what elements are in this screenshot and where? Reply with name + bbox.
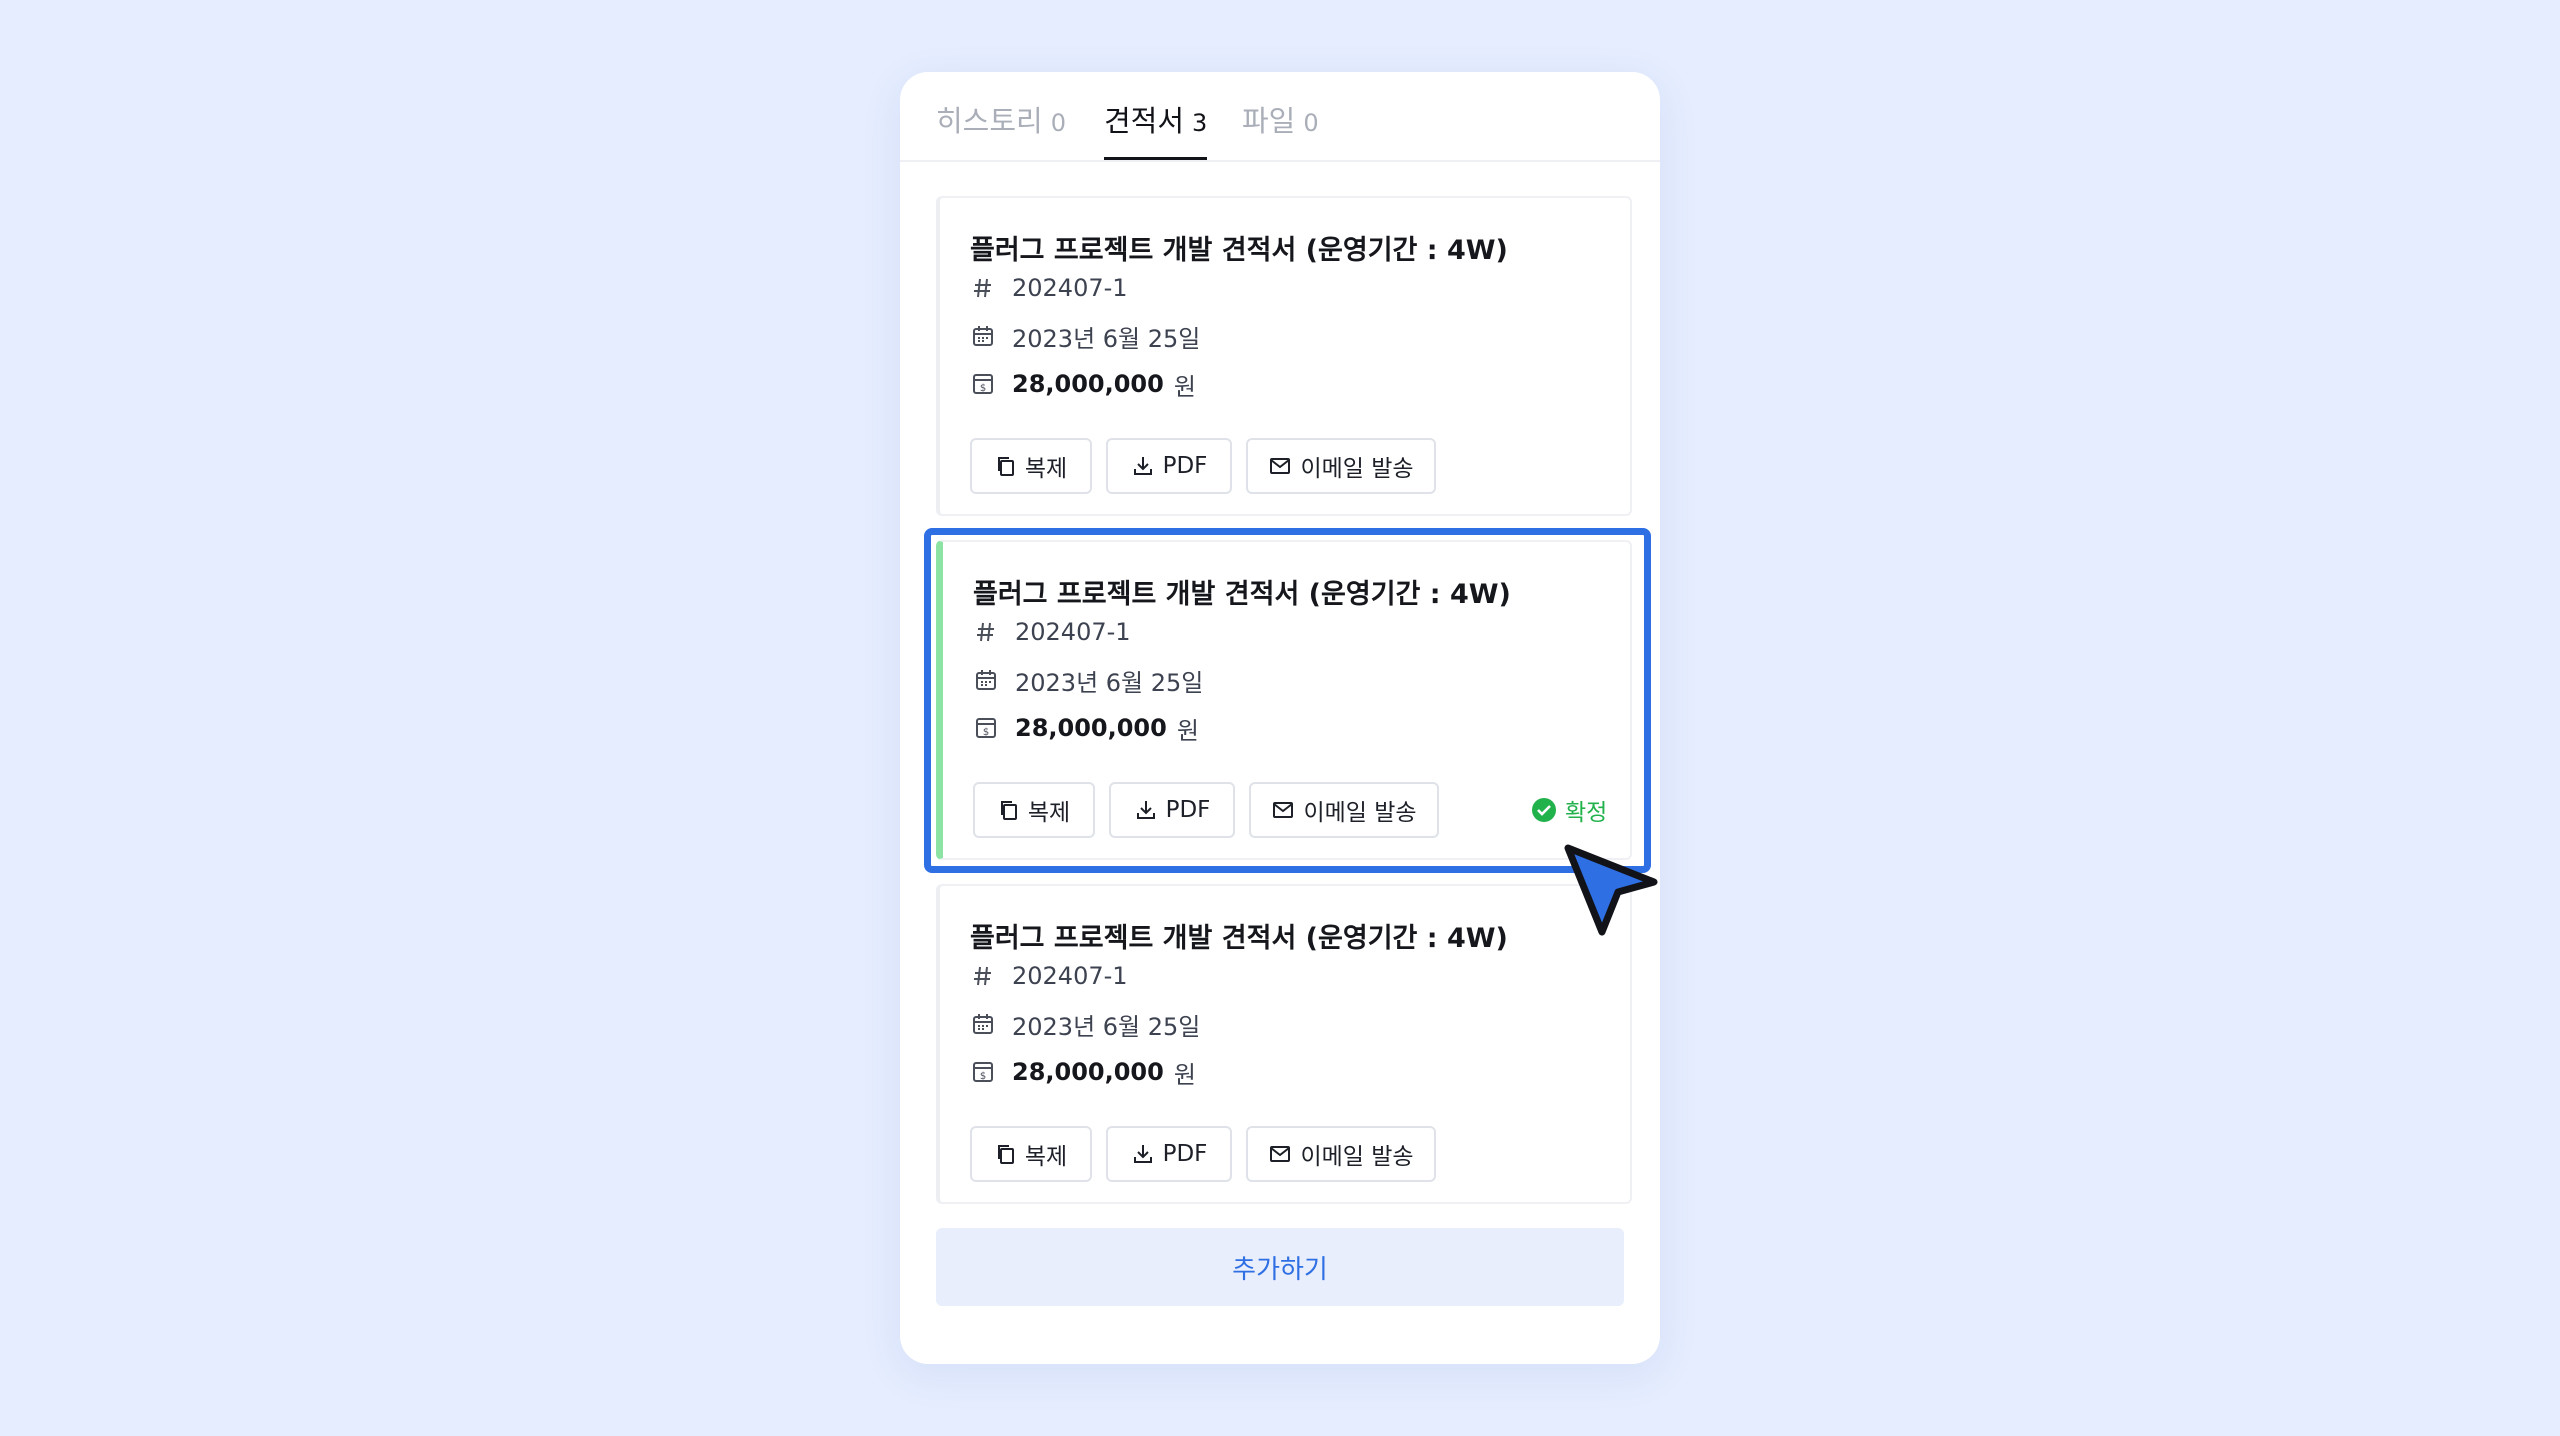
quote-currency: 원 (1176, 716, 1199, 745)
email-button[interactable]: 이메일 발송 (1246, 1126, 1436, 1182)
cursor-arrow-icon (1564, 844, 1658, 936)
check-circle-icon (1532, 798, 1556, 822)
duplicate-label: 복제 (1024, 456, 1068, 482)
receipt-icon: $ (973, 715, 999, 741)
status-badge: 확정 (1531, 794, 1607, 826)
calendar-icon (970, 1011, 996, 1037)
quote-date: 2023년 6월 25일 (1012, 1012, 1201, 1041)
quote-amount-row: $ 28,000,000 원 (970, 366, 1196, 402)
email-button[interactable]: 이메일 발송 (1246, 438, 1436, 494)
tab-files[interactable]: 파일 0 (1242, 98, 1319, 160)
quote-date-row: 2023년 6월 25일 (970, 1006, 1200, 1042)
quote-actions: 복제 PDF 이메일 발송 (970, 1126, 1610, 1184)
quote-title: 플러그 프로젝트 개발 견적서 (운영기간 : 4W) (970, 923, 1508, 954)
quote-number: 202407-1 (1012, 274, 1128, 302)
pdf-button[interactable]: PDF (1109, 782, 1235, 838)
copy-icon (997, 1145, 1014, 1164)
calendar-icon (970, 323, 996, 349)
duplicate-label: 복제 (1027, 800, 1071, 826)
download-icon (1133, 1145, 1152, 1163)
pdf-button[interactable]: PDF (1106, 438, 1232, 494)
hash-icon (973, 619, 999, 645)
email-label: 이메일 발송 (1300, 456, 1414, 482)
email-label: 이메일 발송 (1300, 1144, 1414, 1170)
quote-amount-row: $ 28,000,000 원 (970, 1054, 1196, 1090)
quote-number-row: 202407-1 (970, 958, 1128, 994)
quote-amount: 28,000,000 (1012, 1058, 1164, 1086)
quote-card[interactable]: 플러그 프로젝트 개발 견적서 (운영기간 : 4W) 202407-1 202… (936, 196, 1632, 516)
add-quote-button[interactable]: 추가하기 (936, 1228, 1624, 1306)
quote-number: 202407-1 (1015, 618, 1131, 646)
pdf-button[interactable]: PDF (1106, 1126, 1232, 1182)
pdf-label: PDF (1165, 797, 1211, 823)
quote-title: 플러그 프로젝트 개발 견적서 (운영기간 : 4W) (973, 579, 1511, 610)
quote-card[interactable]: 플러그 프로젝트 개발 견적서 (운영기간 : 4W) 202407-1 202… (936, 884, 1632, 1204)
quote-amount-row: $ 28,000,000 원 (973, 710, 1199, 746)
mail-icon (1273, 802, 1294, 818)
download-icon (1136, 801, 1155, 819)
quote-date-row: 2023년 6월 25일 (970, 318, 1200, 354)
tab-label: 히스토리 (936, 104, 1043, 138)
quote-amount: 28,000,000 (1015, 714, 1167, 742)
receipt-icon: $ (970, 1059, 996, 1085)
tab-count: 0 (1050, 109, 1067, 137)
quote-panel: 히스토리 0 견적서 3 파일 0 플러그 프로젝트 개발 견적서 (운영기간 : 4… (900, 72, 1660, 1364)
quote-date: 2023년 6월 25일 (1012, 324, 1201, 353)
copy-icon (997, 457, 1014, 476)
quote-actions: 복제 PDF 이메일 발송 (970, 438, 1610, 496)
pdf-label: PDF (1162, 453, 1208, 479)
tab-bar: 히스토리 0 견적서 3 파일 0 (900, 72, 1660, 162)
quote-amount: 28,000,000 (1012, 370, 1164, 398)
quote-date-row: 2023년 6월 25일 (973, 662, 1203, 698)
quote-number-row: 202407-1 (973, 614, 1131, 650)
tab-history[interactable]: 히스토리 0 (936, 98, 1066, 160)
quote-title: 플러그 프로젝트 개발 견적서 (운영기간 : 4W) (970, 235, 1508, 266)
status-label: 확정 (1565, 800, 1608, 826)
svg-text:$: $ (983, 727, 989, 738)
email-button[interactable]: 이메일 발송 (1249, 782, 1439, 838)
quote-currency: 원 (1173, 1060, 1196, 1089)
tab-label: 견적서 (1104, 104, 1185, 138)
tab-quotes[interactable]: 견적서 3 (1104, 98, 1208, 160)
hash-icon (970, 275, 996, 301)
duplicate-button[interactable]: 복제 (970, 1126, 1092, 1182)
email-label: 이메일 발송 (1303, 800, 1417, 826)
download-icon (1133, 457, 1152, 475)
calendar-icon (973, 667, 999, 693)
hash-icon (970, 963, 996, 989)
pdf-label: PDF (1162, 1141, 1208, 1167)
quote-number: 202407-1 (1012, 962, 1128, 990)
duplicate-label: 복제 (1024, 1144, 1068, 1170)
receipt-icon: $ (970, 371, 996, 397)
quote-date: 2023년 6월 25일 (1015, 668, 1204, 697)
mail-icon (1270, 1146, 1291, 1162)
svg-text:$: $ (980, 383, 986, 394)
tab-count: 3 (1192, 109, 1208, 137)
svg-text:$: $ (980, 1071, 986, 1082)
tab-count: 0 (1303, 109, 1319, 137)
copy-icon (1000, 801, 1017, 820)
quote-actions: 복제 PDF 이메일 발송 확정 (973, 782, 1613, 840)
quote-currency: 원 (1173, 372, 1196, 401)
quote-card-selected[interactable]: 플러그 프로젝트 개발 견적서 (운영기간 : 4W) 202407-1 202… (936, 540, 1632, 860)
mail-icon (1270, 458, 1291, 474)
duplicate-button[interactable]: 복제 (970, 438, 1092, 494)
tab-label: 파일 (1242, 104, 1296, 138)
duplicate-button[interactable]: 복제 (973, 782, 1095, 838)
quote-number-row: 202407-1 (970, 270, 1128, 306)
